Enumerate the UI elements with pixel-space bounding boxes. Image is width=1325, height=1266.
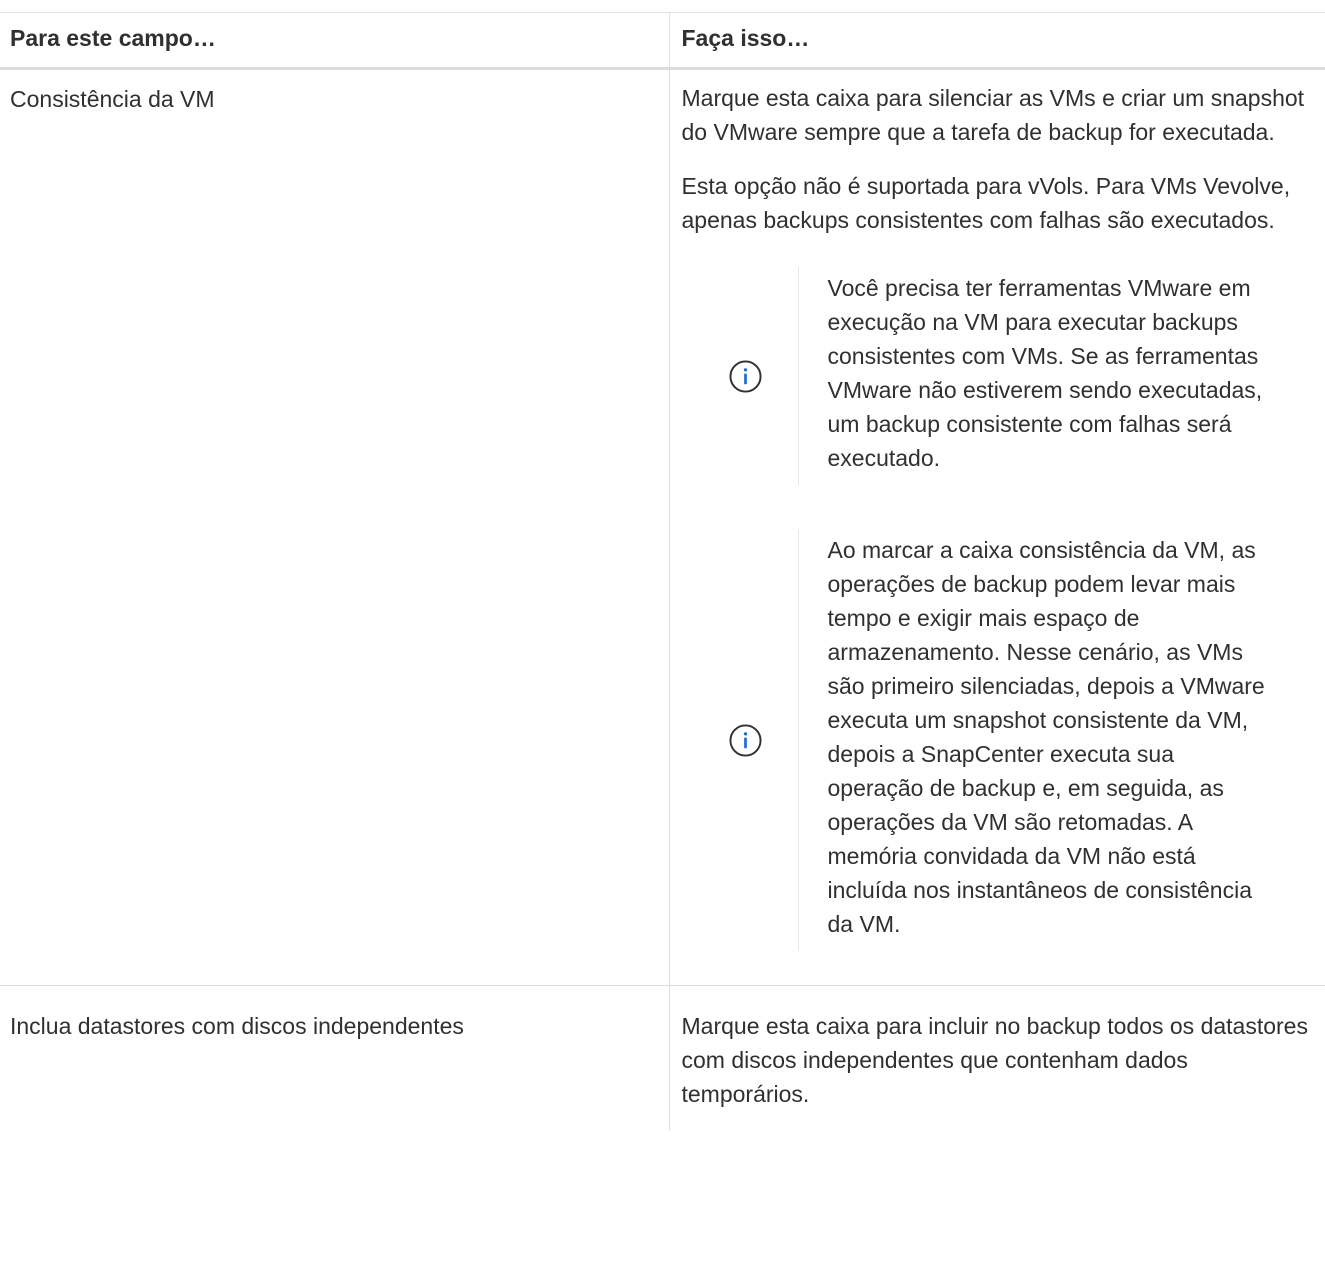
field-description: Marque esta caixa para incluir no backup… [669, 986, 1325, 1132]
note-text: Você precisa ter ferramentas VMware em e… [797, 267, 1276, 485]
info-note: Ao marcar a caixa consistência da VM, as… [694, 529, 1310, 951]
table-row: Consistência da VM Marque esta caixa par… [0, 68, 1325, 986]
table-header-row: Para este campo… Faça isso… [0, 12, 1325, 70]
field-name-vm-consistency: Consistência da VM [0, 68, 670, 986]
field-name-independent-disks: Inclua datastores com discos independent… [0, 985, 670, 1131]
info-note: Você precisa ter ferramentas VMware em e… [694, 267, 1310, 485]
note-icon-container [694, 723, 798, 757]
info-circle-icon [729, 723, 762, 757]
options-table: Para este campo… Faça isso… Consistência… [0, 12, 1325, 1131]
column-header-action: Faça isso… [669, 12, 1325, 70]
description-paragraph: Marque esta caixa para silenciar as VMs … [681, 85, 1305, 145]
note-icon-container [694, 359, 798, 393]
info-circle-icon [729, 359, 762, 393]
description-paragraph: Marque esta caixa para incluir no backup… [681, 1013, 1308, 1107]
description-paragraph: Esta opção não é suportada para vVols. P… [681, 173, 1291, 233]
note-text: Ao marcar a caixa consistência da VM, as… [797, 529, 1276, 951]
table-row: Inclua datastores com discos independent… [0, 985, 1325, 1132]
column-header-field: Para este campo… [0, 12, 670, 70]
field-description: Marque esta caixa para silenciar as VMs … [669, 68, 1325, 986]
